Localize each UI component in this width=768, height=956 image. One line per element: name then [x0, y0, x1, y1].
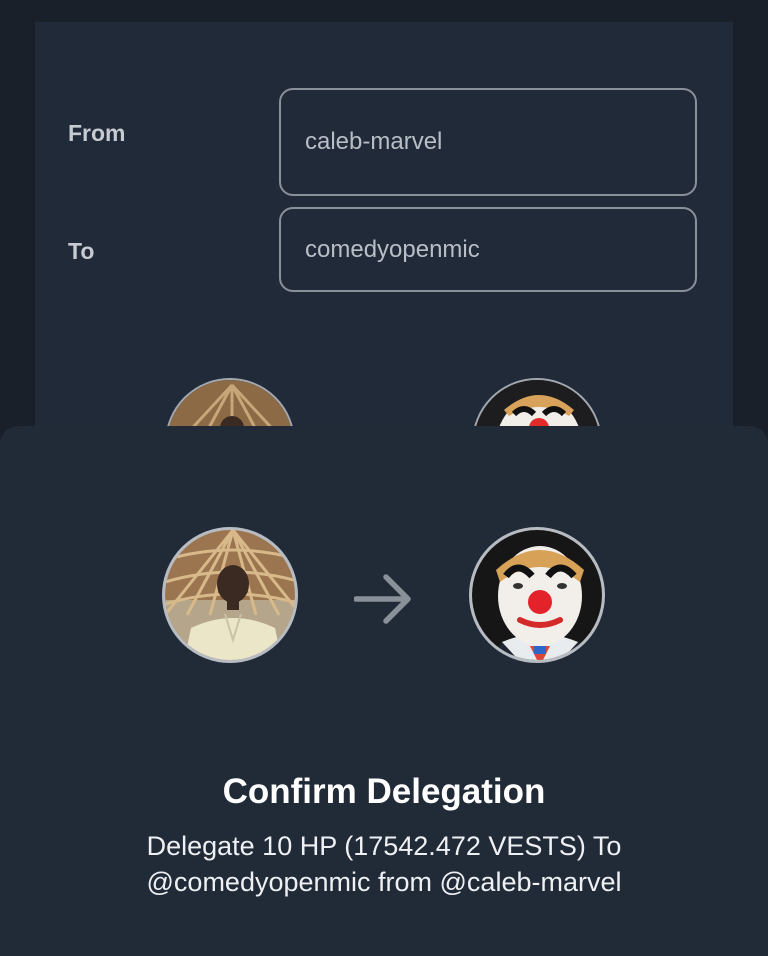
confirm-delegation-title: Confirm Delegation — [222, 772, 546, 811]
to-label: To — [68, 238, 95, 264]
from-label: From — [68, 120, 126, 146]
to-field[interactable]: comedyopenmic — [279, 207, 697, 292]
to-avatar-icon — [469, 527, 605, 663]
from-avatar-icon — [162, 527, 298, 663]
description-line-2: @comedyopenmic from @caleb-marvel — [146, 867, 622, 897]
delegation-form-card: From caleb-marvel To comedyopenmic — [35, 22, 733, 508]
arrow-right-icon — [354, 574, 411, 624]
description-line-1: Delegate 10 HP (17542.472 VESTS) To — [146, 831, 622, 861]
delegation-screen: From caleb-marvel To comedyopenmic Confi… — [0, 0, 768, 956]
confirm-delegation-description: Delegate 10 HP (17542.472 VESTS) To @com… — [0, 828, 768, 900]
from-field[interactable]: caleb-marvel — [279, 88, 697, 196]
confirm-delegation-sheet: Confirm Delegation Delegate 10 HP (17542… — [0, 426, 768, 956]
